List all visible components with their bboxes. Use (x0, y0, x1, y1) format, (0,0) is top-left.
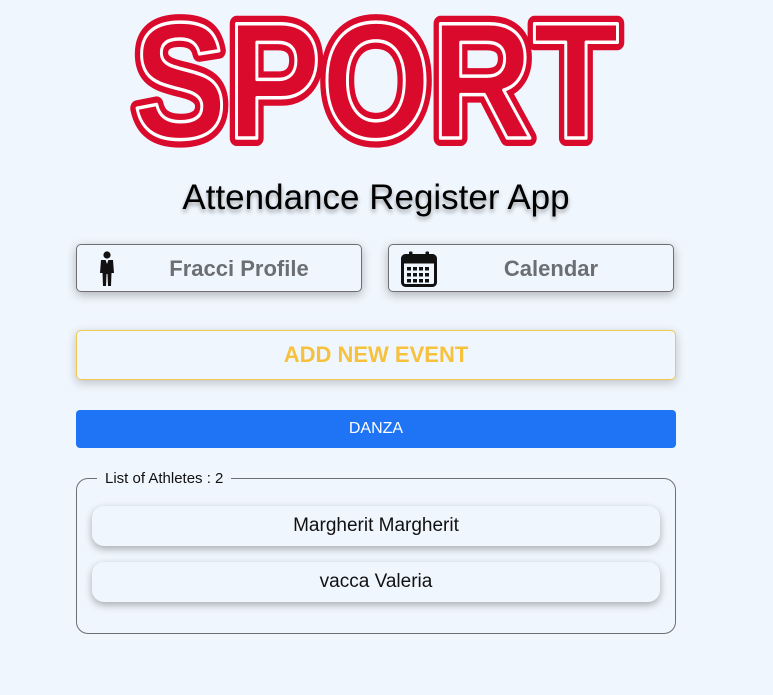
sport-logo: SPORT SPORT (122, 12, 630, 152)
page-title: Attendance Register App (182, 178, 570, 217)
athletes-list: List of Athletes : 2 Margherit Margherit… (76, 469, 676, 634)
calendar-button-label: Calendar (503, 256, 599, 281)
athlete-item[interactable]: Margherit Margherit (92, 506, 660, 546)
athlete-item[interactable]: vacca Valeria (92, 562, 660, 602)
profile-button-label: Fracci Profile (169, 256, 309, 281)
athletes-list-legend: List of Athletes : 2 (97, 469, 232, 489)
calendar-button[interactable]: Calendar (388, 244, 674, 292)
add-new-event-button[interactable]: ADD NEW EVENT (76, 330, 676, 380)
profile-button[interactable]: Fracci Profile (76, 244, 362, 292)
event-item-danza[interactable]: DANZA (76, 410, 676, 448)
person-icon (97, 251, 117, 287)
sport-logo-text-inner: SPORT (133, 12, 619, 152)
